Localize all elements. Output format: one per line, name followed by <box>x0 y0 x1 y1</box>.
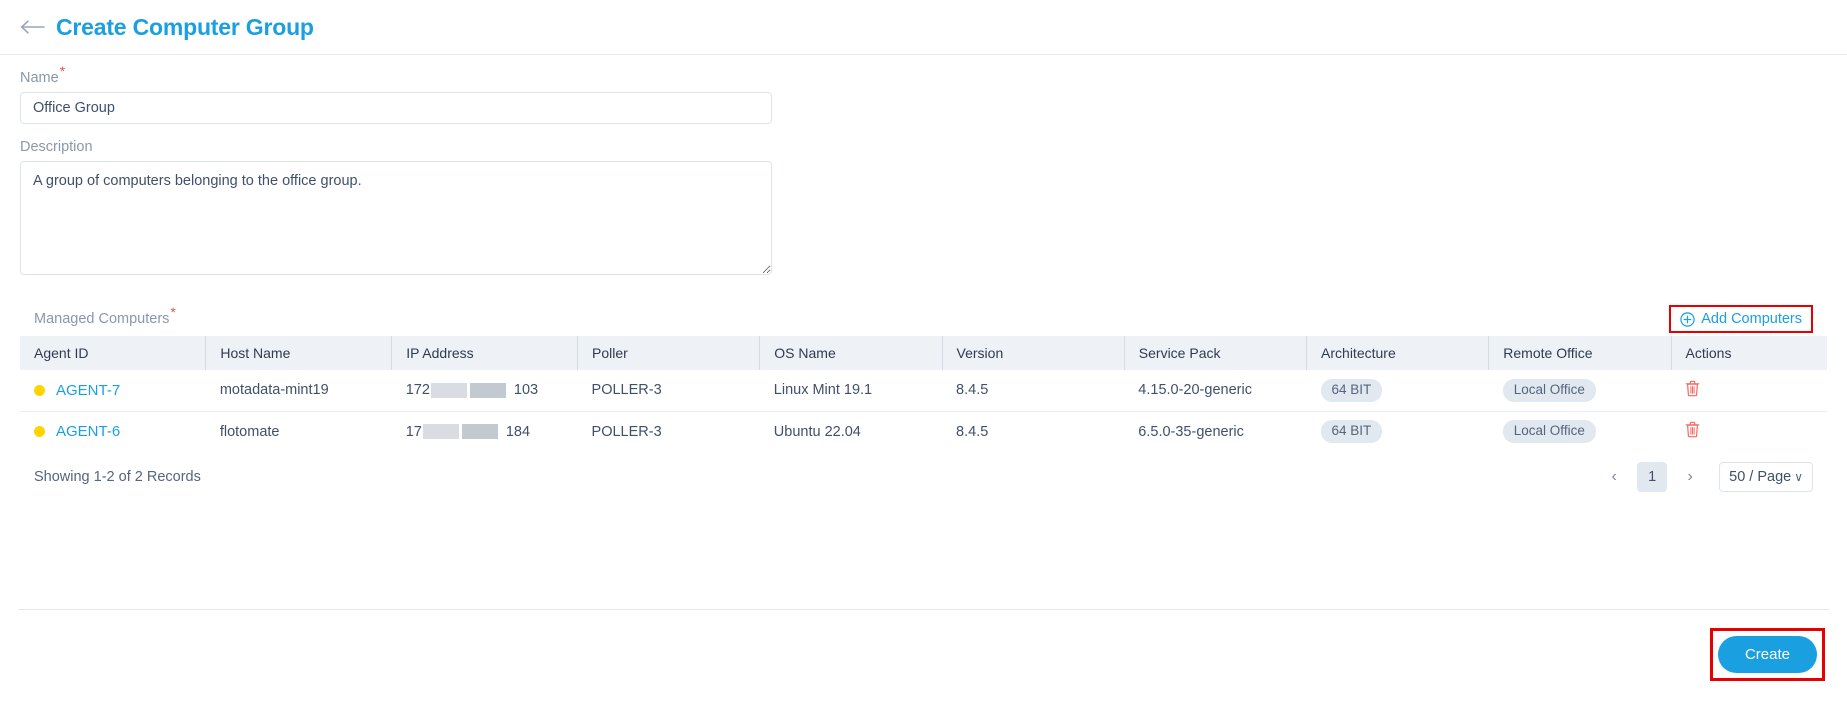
description-textarea[interactable]: A group of computers belonging to the of… <box>20 161 772 275</box>
column-header-poller[interactable]: Poller <box>577 336 761 370</box>
cell-actions <box>1671 411 1827 452</box>
form-area: Name* Description A group of computers b… <box>0 55 1847 280</box>
table-row: AGENT-6 flotomate 17 184 POLLER-3 Ubuntu <box>20 411 1827 452</box>
table-row: AGENT-7 motadata-mint19 172 103 POLLER-3 <box>20 370 1827 412</box>
delete-row-button[interactable] <box>1685 421 1700 441</box>
cell-ip-address: 17 184 <box>392 411 578 452</box>
column-header-remote-office[interactable]: Remote Office <box>1488 336 1672 370</box>
delete-row-button[interactable] <box>1685 380 1700 400</box>
name-required-marker: * <box>59 62 66 79</box>
name-label: Name <box>20 70 59 86</box>
managed-computers-section: Managed Computers* Add Computers Agent I… <box>0 294 1847 492</box>
cell-host-name: flotomate <box>219 423 280 440</box>
cell-service-pack: 4.15.0-20-generic <box>1124 370 1307 412</box>
trash-icon <box>1685 380 1700 400</box>
cell-agent-id: AGENT-7 <box>20 370 206 412</box>
pagination-next-button[interactable]: › <box>1677 464 1703 490</box>
table-header-row: Agent ID Host Name IP Address Poller OS … <box>20 336 1827 370</box>
ip-redaction-block <box>461 424 498 440</box>
cell-service-pack: 6.5.0-35-generic <box>1138 423 1244 440</box>
cell-poller: POLLER-3 <box>577 370 760 412</box>
page-size-select[interactable]: 50 / Page ∨ <box>1719 462 1813 492</box>
cell-os-name: Linux Mint 19.1 <box>759 370 943 412</box>
pagination-page-1[interactable]: 1 <box>1637 462 1668 492</box>
add-computers-label: Add Computers <box>1701 311 1802 327</box>
pagination-prev-button[interactable]: ‹ <box>1601 464 1627 490</box>
page-size-label: 50 / Page <box>1729 469 1792 485</box>
ip-redaction-block <box>422 424 459 440</box>
pagination: ‹ 1 › 50 / Page ∨ <box>1601 462 1813 492</box>
circle-plus-icon <box>1680 311 1695 327</box>
column-header-host-name[interactable]: Host Name <box>205 336 393 370</box>
name-label-row: Name* <box>20 64 1827 92</box>
cell-remote-office: Local Office <box>1489 411 1671 452</box>
column-header-service-pack[interactable]: Service Pack <box>1124 336 1308 370</box>
description-label: Description <box>20 139 93 155</box>
back-arrow-icon[interactable] <box>20 14 50 40</box>
cell-remote-office: Local Office <box>1488 370 1672 412</box>
column-header-version[interactable]: Version <box>942 336 1125 370</box>
cell-version: 8.4.5 <box>942 370 1125 412</box>
ip-suffix: 103 <box>513 382 539 399</box>
architecture-badge: 64 BIT <box>1320 378 1383 402</box>
column-header-agent-id[interactable]: Agent ID <box>20 336 207 370</box>
chevron-down-icon: ∨ <box>1794 470 1803 484</box>
column-header-architecture[interactable]: Architecture <box>1306 336 1490 370</box>
page-header: Create Computer Group <box>0 0 1847 55</box>
cell-architecture: 64 BIT <box>1307 411 1489 452</box>
description-field-block: Description A group of computers belongi… <box>20 138 1827 280</box>
create-button-annotation: Create <box>1709 628 1825 681</box>
ip-redaction-block <box>469 382 506 398</box>
cell-version: 8.4.5 <box>956 423 989 440</box>
agent-id-link[interactable]: AGENT-6 <box>56 423 120 440</box>
footer-divider <box>18 609 1829 610</box>
agent-id-link[interactable]: AGENT-7 <box>56 382 120 399</box>
table-head: Agent ID Host Name IP Address Poller OS … <box>20 336 1827 370</box>
cell-actions <box>1671 370 1827 412</box>
remote-office-badge: Local Office <box>1502 378 1596 402</box>
column-header-actions: Actions <box>1671 336 1827 370</box>
cell-os-name: Ubuntu 22.04 <box>773 423 861 440</box>
managed-computers-table: Agent ID Host Name IP Address Poller OS … <box>20 336 1827 452</box>
cell-ip-address: 172 103 <box>391 370 578 412</box>
managed-computers-label: Managed Computers <box>34 311 170 327</box>
column-header-os-name[interactable]: OS Name <box>759 336 943 370</box>
add-computers-button[interactable]: Add Computers <box>1669 305 1813 333</box>
create-button[interactable]: Create <box>1717 636 1817 673</box>
ip-suffix: 184 <box>505 423 531 440</box>
ip-redaction-block <box>430 382 467 398</box>
architecture-badge: 64 BIT <box>1320 420 1383 444</box>
ip-prefix: 172 <box>405 382 430 399</box>
name-input[interactable] <box>20 92 772 124</box>
cell-architecture: 64 BIT <box>1306 370 1489 412</box>
description-label-row: Description <box>20 138 1827 161</box>
status-dot-icon <box>34 426 45 438</box>
create-computer-group-page: Create Computer Group Name* Description … <box>0 0 1847 706</box>
managed-computers-required-marker: * <box>170 303 176 320</box>
managed-computers-label-row: Managed Computers* <box>34 305 176 328</box>
remote-office-badge: Local Office <box>1502 420 1596 444</box>
ip-prefix: 17 <box>405 423 422 440</box>
name-field-block: Name* <box>20 64 1827 124</box>
trash-icon <box>1685 421 1700 441</box>
status-dot-icon <box>34 384 45 396</box>
cell-poller: POLLER-3 <box>591 423 662 440</box>
records-count-text: Showing 1-2 of 2 Records <box>34 469 201 485</box>
page-title: Create Computer Group <box>56 13 314 40</box>
table-footer: Showing 1-2 of 2 Records ‹ 1 › 50 / Page… <box>20 452 1827 492</box>
table-body: AGENT-7 motadata-mint19 172 103 POLLER-3 <box>20 370 1827 452</box>
managed-computers-header-row: Managed Computers* Add Computers <box>20 302 1827 336</box>
cell-agent-id: AGENT-6 <box>20 411 206 452</box>
cell-host-name: motadata-mint19 <box>205 370 392 412</box>
column-header-ip-address[interactable]: IP Address <box>391 336 579 370</box>
